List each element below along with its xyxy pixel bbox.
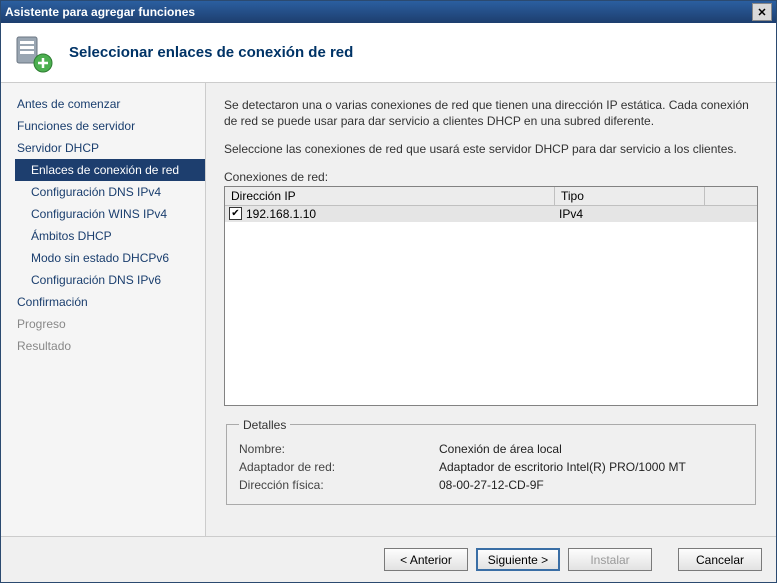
footer: < Anterior Siguiente > Instalar Cancelar [1,536,776,582]
row-type: IPv4 [559,207,709,221]
sidebar-item-network-bindings[interactable]: Enlaces de conexión de red [15,159,205,181]
sidebar-item-wins-ipv4[interactable]: Configuración WINS IPv4 [15,203,205,225]
titlebar: Asistente para agregar funciones ✕ [1,1,776,23]
table-body: ✔ 192.168.1.10 IPv4 [225,206,757,405]
cancel-button[interactable]: Cancelar [678,548,762,571]
col-spacer [705,187,757,205]
row-checkbox[interactable]: ✔ [229,207,242,220]
sidebar-item-progress: Progreso [15,313,205,335]
sidebar-item-dns-ipv6[interactable]: Configuración DNS IPv6 [15,269,205,291]
sidebar-item-results: Resultado [15,335,205,357]
sidebar-item-dhcp-server[interactable]: Servidor DHCP [15,137,205,159]
back-button[interactable]: < Anterior [384,548,468,571]
sidebar-item-dns-ipv4[interactable]: Configuración DNS IPv4 [15,181,205,203]
header-title: Seleccionar enlaces de conexión de red [69,44,353,61]
detail-mac-label: Dirección física: [239,478,439,492]
details-legend: Detalles [239,418,290,432]
wizard-icon [13,33,53,73]
header: Seleccionar enlaces de conexión de red [1,23,776,83]
install-button: Instalar [568,548,652,571]
detail-mac-value: 08-00-27-12-CD-9F [439,478,743,492]
intro-text-2: Seleccione las conexiones de red que usa… [224,141,758,157]
table-row[interactable]: ✔ 192.168.1.10 IPv4 [225,206,757,222]
details-group: Detalles Nombre: Conexión de área local … [226,418,756,505]
sidebar-item-before-begin[interactable]: Antes de comenzar [15,93,205,115]
detail-adapter-label: Adaptador de red: [239,460,439,474]
sidebar-item-server-roles[interactable]: Funciones de servidor [15,115,205,137]
sidebar-item-dhcp-scopes[interactable]: Ámbitos DHCP [15,225,205,247]
sidebar: Antes de comenzar Funciones de servidor … [1,83,206,536]
connections-table: Dirección IP Tipo ✔ 192.168.1.10 IPv4 [224,186,758,406]
intro-text-1: Se detectaron una o varias conexiones de… [224,97,758,129]
detail-name-label: Nombre: [239,442,439,456]
col-type[interactable]: Tipo [555,187,705,205]
detail-name-value: Conexión de área local [439,442,743,456]
wizard-window: Asistente para agregar funciones ✕ Selec… [0,0,777,583]
next-button[interactable]: Siguiente > [476,548,560,571]
table-header: Dirección IP Tipo [225,187,757,206]
row-ip: 192.168.1.10 [246,207,316,221]
body: Antes de comenzar Funciones de servidor … [1,83,776,536]
window-title: Asistente para agregar funciones [5,5,752,19]
sidebar-item-dhcpv6-stateless[interactable]: Modo sin estado DHCPv6 [15,247,205,269]
connections-label: Conexiones de red: [224,170,758,184]
main-panel: Se detectaron una o varias conexiones de… [206,83,776,536]
connections-group: Conexiones de red: Dirección IP Tipo ✔ 1… [224,170,758,406]
col-ip[interactable]: Dirección IP [225,187,555,205]
sidebar-item-confirmation[interactable]: Confirmación [15,291,205,313]
detail-adapter-value: Adaptador de escritorio Intel(R) PRO/100… [439,460,743,474]
close-button[interactable]: ✕ [752,3,772,21]
